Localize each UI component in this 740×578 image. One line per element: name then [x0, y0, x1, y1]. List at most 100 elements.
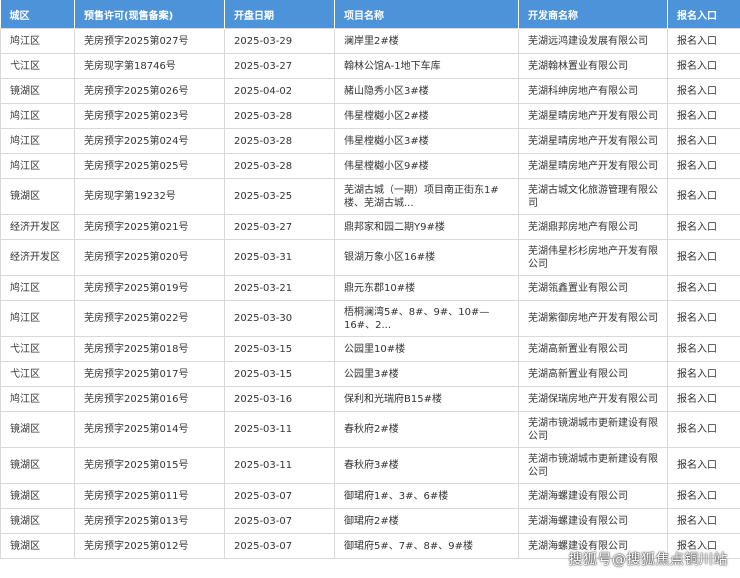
table-row: 弋江区 芜房预字2025第017号 2025-03-15 公园里3#楼 芜湖高新置业有限…	[0, 361, 740, 387]
open-date-cell: 2025-03-25	[224, 178, 335, 215]
developer-cell: 芜湖海螺建设有限公司	[518, 508, 668, 534]
table-body: 鸠江区 芜房预字2025第027号 2025-03-29 澜岸里2#楼 芜湖远鸿建设发展…	[0, 28, 740, 559]
permit-cell: 芜房预字2025第027号	[74, 28, 225, 54]
signup-entry-link[interactable]: 报名入口	[667, 300, 740, 337]
table-row: 鸠江区 芜房预字2025第016号 2025-03-16 保利和光瑞府B15#楼 芜湖保…	[0, 386, 740, 412]
table-row: 镜湖区 芜房预字2025第026号 2025-04-02 赭山隐秀小区3#楼 芜湖科绅房…	[0, 78, 740, 104]
signup-entry-link[interactable]: 报名入口	[667, 275, 740, 301]
developer-cell: 芜湖星晴房地产开发有限公司	[518, 128, 668, 154]
table-row: 镜湖区 芜房现字第19232号 2025-03-25 芜湖古城（一期）项目南正街东1#…	[0, 178, 740, 215]
district-cell: 镜湖区	[0, 447, 75, 484]
permit-cell: 芜房现字第18746号	[74, 53, 225, 79]
project-name-cell: 御珺府5#、7#、8#、9#楼	[334, 533, 519, 559]
developer-cell: 芜湖高新置业有限公司	[518, 336, 668, 362]
project-name-cell: 伟星樘樾小区3#楼	[334, 128, 519, 154]
signup-entry-link[interactable]: 报名入口	[667, 386, 740, 412]
open-date-cell: 2025-04-02	[224, 78, 335, 104]
developer-cell: 芜湖保瑞房地产开发有限公司	[518, 386, 668, 412]
signup-entry-link[interactable]: 报名入口	[667, 103, 740, 129]
developer-cell: 芜湖翰林置业有限公司	[518, 53, 668, 79]
district-cell: 鸠江区	[0, 28, 75, 54]
permit-cell: 芜房预字2025第014号	[74, 411, 225, 448]
signup-entry-link[interactable]: 报名入口	[667, 78, 740, 104]
open-date-cell: 2025-03-21	[224, 275, 335, 301]
signup-entry-link[interactable]: 报名入口	[667, 361, 740, 387]
project-name-cell: 春秋府3#楼	[334, 447, 519, 484]
district-cell: 弋江区	[0, 336, 75, 362]
permit-cell: 芜房预字2025第013号	[74, 508, 225, 534]
district-cell: 鸠江区	[0, 103, 75, 129]
open-date-cell: 2025-03-28	[224, 103, 335, 129]
open-date-cell: 2025-03-28	[224, 153, 335, 179]
signup-entry-link[interactable]: 报名入口	[667, 239, 740, 276]
open-date-cell: 2025-03-11	[224, 411, 335, 448]
signup-entry-link[interactable]: 报名入口	[667, 447, 740, 484]
district-cell: 鸠江区	[0, 386, 75, 412]
signup-entry-link[interactable]: 报名入口	[667, 178, 740, 215]
permit-cell: 芜房预字2025第024号	[74, 128, 225, 154]
district-cell: 镜湖区	[0, 483, 75, 509]
signup-entry-link[interactable]: 报名入口	[667, 483, 740, 509]
table-row: 镜湖区 芜房预字2025第015号 2025-03-11 春秋府3#楼 芜湖市镜湖城市更…	[0, 447, 740, 484]
open-date-cell: 2025-03-16	[224, 386, 335, 412]
signup-entry-link[interactable]: 报名入口	[667, 28, 740, 54]
district-cell: 经济开发区	[0, 214, 75, 240]
presale-table: 城区 预售许可(现售备案) 开盘日期 项目名称 开发商名称 报名入口 鸠江区 芜房…	[0, 0, 740, 559]
permit-cell: 芜房预字2025第025号	[74, 153, 225, 179]
developer-cell: 芜湖海螺建设有限公司	[518, 483, 668, 509]
permit-cell: 芜房预字2025第021号	[74, 214, 225, 240]
header-developer: 开发商名称	[518, 0, 668, 29]
signup-entry-link[interactable]: 报名入口	[667, 214, 740, 240]
project-name-cell: 保利和光瑞府B15#楼	[334, 386, 519, 412]
project-name-cell: 鼎元东郡10#楼	[334, 275, 519, 301]
signup-entry-link[interactable]: 报名入口	[667, 153, 740, 179]
project-name-cell: 银湖万象小区16#楼	[334, 239, 519, 276]
developer-cell: 芜湖远鸿建设发展有限公司	[518, 28, 668, 54]
permit-cell: 芜房预字2025第020号	[74, 239, 225, 276]
developer-cell: 芜湖紫御房地产开发有限公司	[518, 300, 668, 337]
district-cell: 镜湖区	[0, 78, 75, 104]
developer-cell: 芜湖科绅房地产有限公司	[518, 78, 668, 104]
permit-cell: 芜房预字2025第022号	[74, 300, 225, 337]
district-cell: 镜湖区	[0, 411, 75, 448]
signup-entry-link[interactable]: 报名入口	[667, 508, 740, 534]
table-row: 弋江区 芜房现字第18746号 2025-03-27 翰林公馆A-1地下车库 芜湖翰林置…	[0, 53, 740, 79]
developer-cell: 芜湖市镜湖城市更新建设有限公司	[518, 447, 668, 484]
developer-cell: 芜湖鼎邦房地产有限公司	[518, 214, 668, 240]
signup-entry-link[interactable]: 报名入口	[667, 53, 740, 79]
project-name-cell: 公园里10#楼	[334, 336, 519, 362]
developer-cell: 芜湖市镜湖城市更新建设有限公司	[518, 411, 668, 448]
district-cell: 鸠江区	[0, 275, 75, 301]
permit-cell: 芜房预字2025第015号	[74, 447, 225, 484]
open-date-cell: 2025-03-07	[224, 508, 335, 534]
district-cell: 经济开发区	[0, 239, 75, 276]
table-row: 经济开发区 芜房预字2025第021号 2025-03-27 鼎邦家和园二期Y9#楼芜…	[0, 214, 740, 240]
open-date-cell: 2025-03-15	[224, 336, 335, 362]
table-row: 镜湖区 芜房预字2025第014号 2025-03-11 春秋府2#楼 芜湖市镜湖城市更…	[0, 411, 740, 448]
open-date-cell: 2025-03-30	[224, 300, 335, 337]
project-name-cell: 伟星樘樾小区2#楼	[334, 103, 519, 129]
signup-entry-link[interactable]: 报名入口	[667, 336, 740, 362]
header-open-date: 开盘日期	[224, 0, 335, 29]
project-name-cell: 御珺府1#、3#、6#楼	[334, 483, 519, 509]
district-cell: 弋江区	[0, 53, 75, 79]
open-date-cell: 2025-03-27	[224, 214, 335, 240]
open-date-cell: 2025-03-07	[224, 483, 335, 509]
signup-entry-link[interactable]: 报名入口	[667, 411, 740, 448]
table-header-row: 城区 预售许可(现售备案) 开盘日期 项目名称 开发商名称 报名入口	[0, 0, 740, 29]
permit-cell: 芜房预字2025第012号	[74, 533, 225, 559]
project-name-cell: 御珺府2#楼	[334, 508, 519, 534]
table-row: 鸠江区 芜房预字2025第022号 2025-03-30 梧桐澜湾5#、8#、9#、1…	[0, 300, 740, 337]
district-cell: 鸠江区	[0, 153, 75, 179]
project-name-cell: 鼎邦家和园二期Y9#楼	[334, 214, 519, 240]
developer-cell: 芜湖星晴房地产开发有限公司	[518, 153, 668, 179]
permit-cell: 芜房预字2025第011号	[74, 483, 225, 509]
project-name-cell: 公园里3#楼	[334, 361, 519, 387]
watermark: 搜狐号@搜狐焦点铜川站	[568, 552, 728, 568]
open-date-cell: 2025-03-15	[224, 361, 335, 387]
project-name-cell: 芜湖古城（一期）项目南正街东1#楼、芜湖古城...	[334, 178, 519, 215]
permit-cell: 芜房预字2025第017号	[74, 361, 225, 387]
header-entry: 报名入口	[667, 0, 740, 29]
project-name-cell: 澜岸里2#楼	[334, 28, 519, 54]
signup-entry-link[interactable]: 报名入口	[667, 128, 740, 154]
